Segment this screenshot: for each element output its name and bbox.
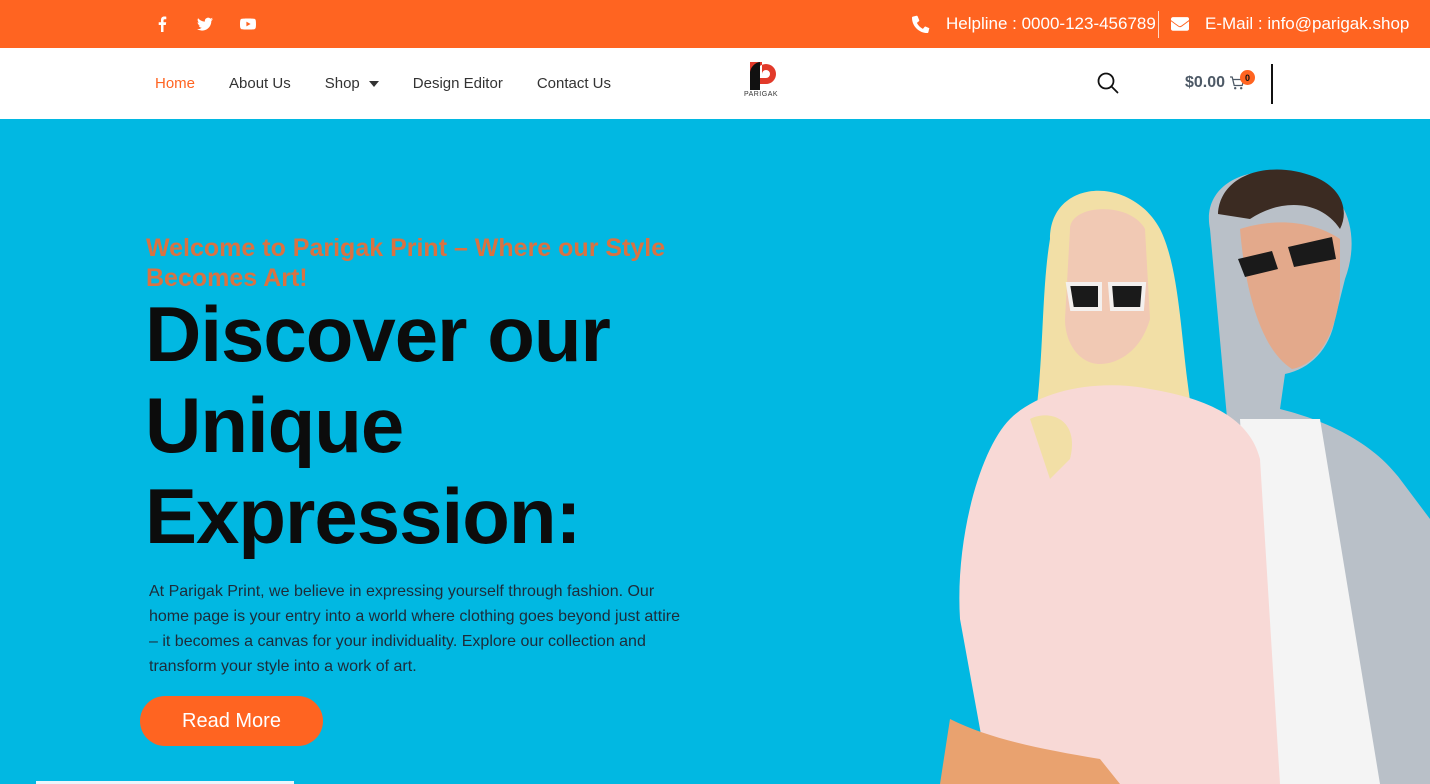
main-header: Home About Us Shop Design Editor Contact…: [0, 48, 1430, 119]
read-more-button[interactable]: Read More: [140, 696, 323, 746]
header-divider: [1271, 64, 1273, 104]
facebook-icon[interactable]: [152, 14, 172, 34]
nav-item-shop[interactable]: Shop: [325, 75, 379, 92]
search-icon[interactable]: [1097, 72, 1119, 94]
logo-text: PARIGAK: [743, 91, 779, 98]
topbar-divider: [1158, 11, 1159, 38]
top-bar: Helpline : 0000-123-456789 E-Mail : info…: [0, 0, 1430, 48]
twitter-icon[interactable]: [195, 14, 215, 34]
cart-count-badge: 0: [1240, 70, 1255, 85]
hero-description: At Parigak Print, we believe in expressi…: [149, 583, 680, 675]
cart-amount: $0.00: [1185, 74, 1226, 91]
phone-icon: [912, 15, 930, 33]
helpline: Helpline : 0000-123-456789: [912, 0, 1156, 48]
hero-section: Welcome to Parigak Print – Where our Sty…: [0, 119, 1430, 784]
envelope-icon: [1171, 17, 1189, 31]
nav-item-home[interactable]: Home: [155, 75, 195, 92]
hero-models-image: [940, 169, 1430, 784]
youtube-icon[interactable]: [238, 14, 258, 34]
cart-button[interactable]: $0.00: [1185, 74, 1245, 92]
email-contact[interactable]: E-Mail : info@parigak.shop: [1171, 0, 1409, 48]
hero-headline: Discover our Unique Expression:: [145, 290, 611, 560]
nav-item-design-editor[interactable]: Design Editor: [413, 75, 503, 92]
nav-item-shop-label: Shop: [324, 75, 360, 92]
main-nav: Home About Us Shop Design Editor Contact…: [155, 48, 645, 119]
helpline-text: Helpline : 0000-123-456789: [946, 14, 1156, 33]
chevron-down-icon: [368, 80, 379, 87]
hero-subtitle: Welcome to Parigak Print – Where our Sty…: [146, 234, 666, 292]
nav-item-contact-us[interactable]: Contact Us: [537, 75, 611, 92]
nav-item-about-us[interactable]: About Us: [229, 75, 291, 92]
email-text: E-Mail : info@parigak.shop: [1205, 14, 1410, 33]
